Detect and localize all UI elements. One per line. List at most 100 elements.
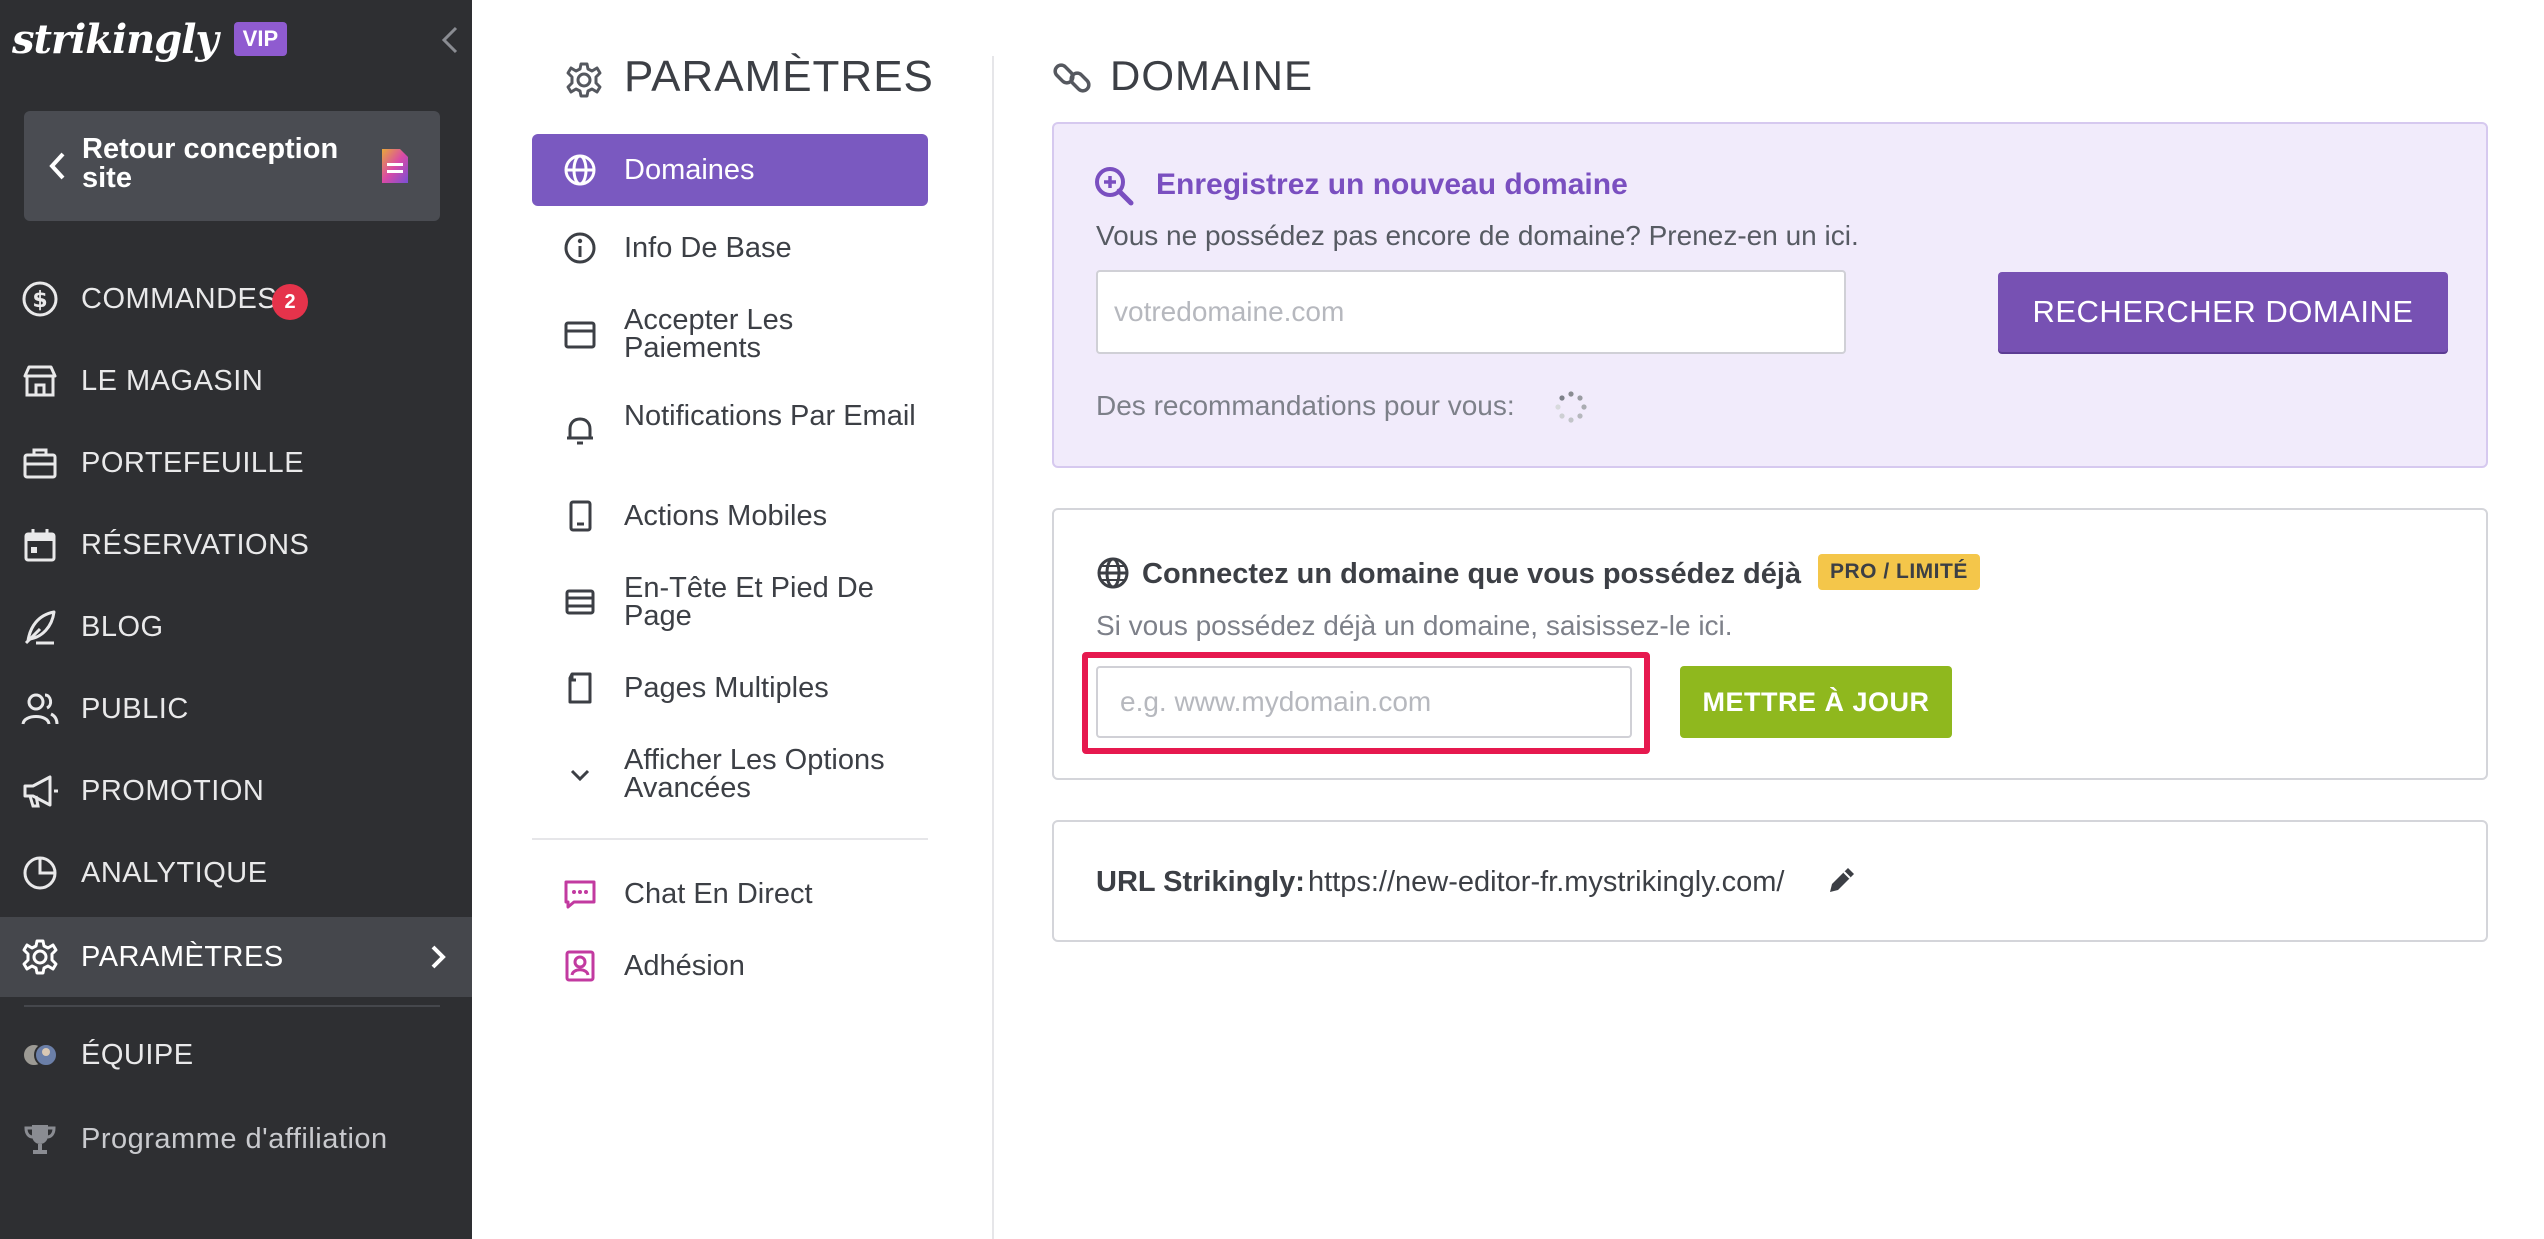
sidebar-item-label: ANALYTIQUE [81, 857, 268, 889]
wallet-icon [564, 321, 596, 349]
settings-item-header-footer[interactable]: En-Tête Et Pied De Page [532, 572, 928, 636]
sidebar-item-label: LE MAGASIN [81, 365, 264, 397]
sidebar-item-portefeuille[interactable]: PORTEFEUILLE [0, 423, 472, 503]
settings-item-domaines[interactable]: Domaines [532, 134, 928, 206]
sidebar-item-public[interactable]: PUBLIC [0, 669, 472, 749]
vip-badge: VIP [233, 22, 288, 56]
register-domain-title: Enregistrez un nouveau domaine [1156, 168, 1628, 201]
orders-count-badge: 2 [272, 284, 308, 320]
sidebar-item-label: PUBLIC [81, 693, 189, 725]
sidebar-item-analytique[interactable]: ANALYTIQUE [0, 833, 472, 913]
sidebar-item-label: BLOG [81, 611, 164, 643]
main-sidebar: strikingly VIP Retour conception site $ … [0, 0, 472, 1239]
sidebar-item-label: ÉQUIPE [81, 1039, 194, 1071]
settings-item-label: Domaines [624, 154, 755, 186]
settings-item-membership[interactable]: Adhésion [532, 946, 928, 990]
sidebar-item-equipe[interactable]: ÉQUIPE [0, 1015, 472, 1095]
collapse-sidebar-icon[interactable] [436, 22, 466, 58]
member-icon [565, 950, 595, 982]
svg-text:$: $ [32, 288, 47, 313]
settings-item-label: Actions Mobiles [624, 500, 828, 532]
settings-item-chat[interactable]: Chat En Direct [532, 874, 928, 918]
pie-chart-icon [23, 856, 57, 890]
info-icon [564, 232, 596, 264]
strikingly-logo[interactable]: strikingly [12, 16, 219, 63]
briefcase-icon [23, 448, 57, 479]
sidebar-item-label: COMMANDES [81, 283, 278, 315]
settings-item-label: En-Tête Et Pied De Page [624, 572, 874, 632]
team-avatars-icon [22, 1043, 58, 1067]
globe-icon [1097, 557, 1129, 589]
search-domain-button[interactable]: RECHERCHER DOMAINE [1998, 272, 2448, 352]
sidebar-item-affiliation[interactable]: Programme d'affiliation [0, 1099, 472, 1179]
search-plus-icon [1095, 167, 1134, 206]
sidebar-item-label: PROMOTION [81, 775, 265, 807]
settings-item-label: Afficher Les Options Avancées [624, 744, 885, 804]
strikingly-url-value: https://new-editor-fr.mystrikingly.com/ [1308, 866, 1785, 898]
quill-icon [24, 610, 56, 645]
users-icon [21, 693, 59, 725]
column-divider [992, 56, 994, 1239]
sidebar-item-reservations[interactable]: RÉSERVATIONS [0, 505, 472, 585]
settings-item-label: Notifications Par Email [624, 400, 916, 432]
connect-domain-card: Connectez un domaine que vous possédez d… [1052, 508, 2488, 780]
bell-icon [567, 417, 593, 445]
sidebar-item-label: RÉSERVATIONS [81, 529, 310, 561]
app-root: strikingly VIP Retour conception site $ … [0, 0, 2544, 1239]
strikingly-url-label: URL Strikingly: [1096, 866, 1305, 898]
settings-item-notifications[interactable]: Notifications Par Email [532, 400, 928, 464]
update-domain-button[interactable]: METTRE À JOUR [1680, 666, 1952, 738]
settings-item-advanced[interactable]: Afficher Les Options Avancées [532, 744, 928, 808]
settings-item-paiements[interactable]: Accepter Les Paiements [532, 304, 928, 368]
sidebar-item-label: PARAMÈTRES [81, 941, 284, 973]
layout-icon [565, 589, 595, 615]
globe-icon [564, 154, 596, 186]
sidebar-item-promotion[interactable]: PROMOTION [0, 751, 472, 831]
settings-item-label: Pages Multiples [624, 672, 829, 704]
settings-nav: PARAMÈTRES Domaines Info De Base Accepte [472, 0, 992, 1239]
pages-icon [568, 672, 592, 704]
settings-title: PARAMÈTRES [624, 52, 934, 101]
existing-domain-input[interactable] [1096, 666, 1632, 738]
strikingly-url-card: URL Strikingly: https://new-editor-fr.my… [1052, 820, 2488, 942]
store-icon [23, 365, 57, 397]
gear-icon [22, 939, 58, 975]
sidebar-item-label: PORTEFEUILLE [81, 447, 305, 479]
sidebar-item-label: Programme d'affiliation [81, 1123, 388, 1155]
sidebar-item-commandes[interactable]: $ COMMANDES [0, 259, 472, 339]
back-to-design-button[interactable]: Retour conception site [24, 111, 440, 221]
settings-item-pages[interactable]: Pages Multiples [532, 668, 928, 712]
gear-icon [566, 62, 602, 98]
sidebar-divider [24, 1005, 440, 1007]
link-icon [1053, 63, 1091, 93]
calendar-icon [24, 529, 56, 562]
back-to-design-label: Retour conception site [82, 133, 339, 194]
chevron-left-icon [49, 152, 65, 180]
settings-item-label: Info De Base [624, 232, 792, 264]
megaphone-icon [23, 775, 58, 808]
page-design-icon [382, 149, 408, 183]
domain-page-title: DOMAINE [1110, 52, 1314, 99]
sidebar-item-magasin[interactable]: LE MAGASIN [0, 341, 472, 421]
register-domain-card: Enregistrez un nouveau domaine Vous ne p… [1052, 122, 2488, 468]
settings-item-label: Adhésion [624, 950, 745, 982]
loading-spinner-icon [1555, 391, 1587, 423]
chevron-right-icon [431, 945, 446, 969]
dollar-circle-icon: $ [22, 281, 58, 317]
settings-divider [532, 838, 928, 840]
register-domain-subtitle: Vous ne possédez pas encore de domaine? … [1096, 220, 1859, 251]
settings-item-label: Accepter Les Paiements [624, 304, 794, 364]
chat-icon [564, 880, 596, 909]
edit-pencil-icon[interactable] [1824, 862, 1860, 898]
tablet-icon [569, 500, 592, 532]
trophy-icon [24, 1125, 56, 1154]
chevron-down-icon [570, 769, 590, 782]
sidebar-item-parametres[interactable]: PARAMÈTRES [0, 917, 472, 997]
settings-item-label: Chat En Direct [624, 878, 813, 910]
connect-domain-subtitle: Si vous possédez déjà un domaine, saisis… [1096, 610, 1733, 641]
settings-item-info[interactable]: Info De Base [532, 228, 928, 272]
settings-item-mobile[interactable]: Actions Mobiles [532, 496, 928, 540]
sidebar-item-blog[interactable]: BLOG [0, 587, 472, 667]
new-domain-search-input[interactable] [1096, 270, 1846, 354]
pro-limited-badge: PRO / LIMITÉ [1818, 554, 1980, 590]
